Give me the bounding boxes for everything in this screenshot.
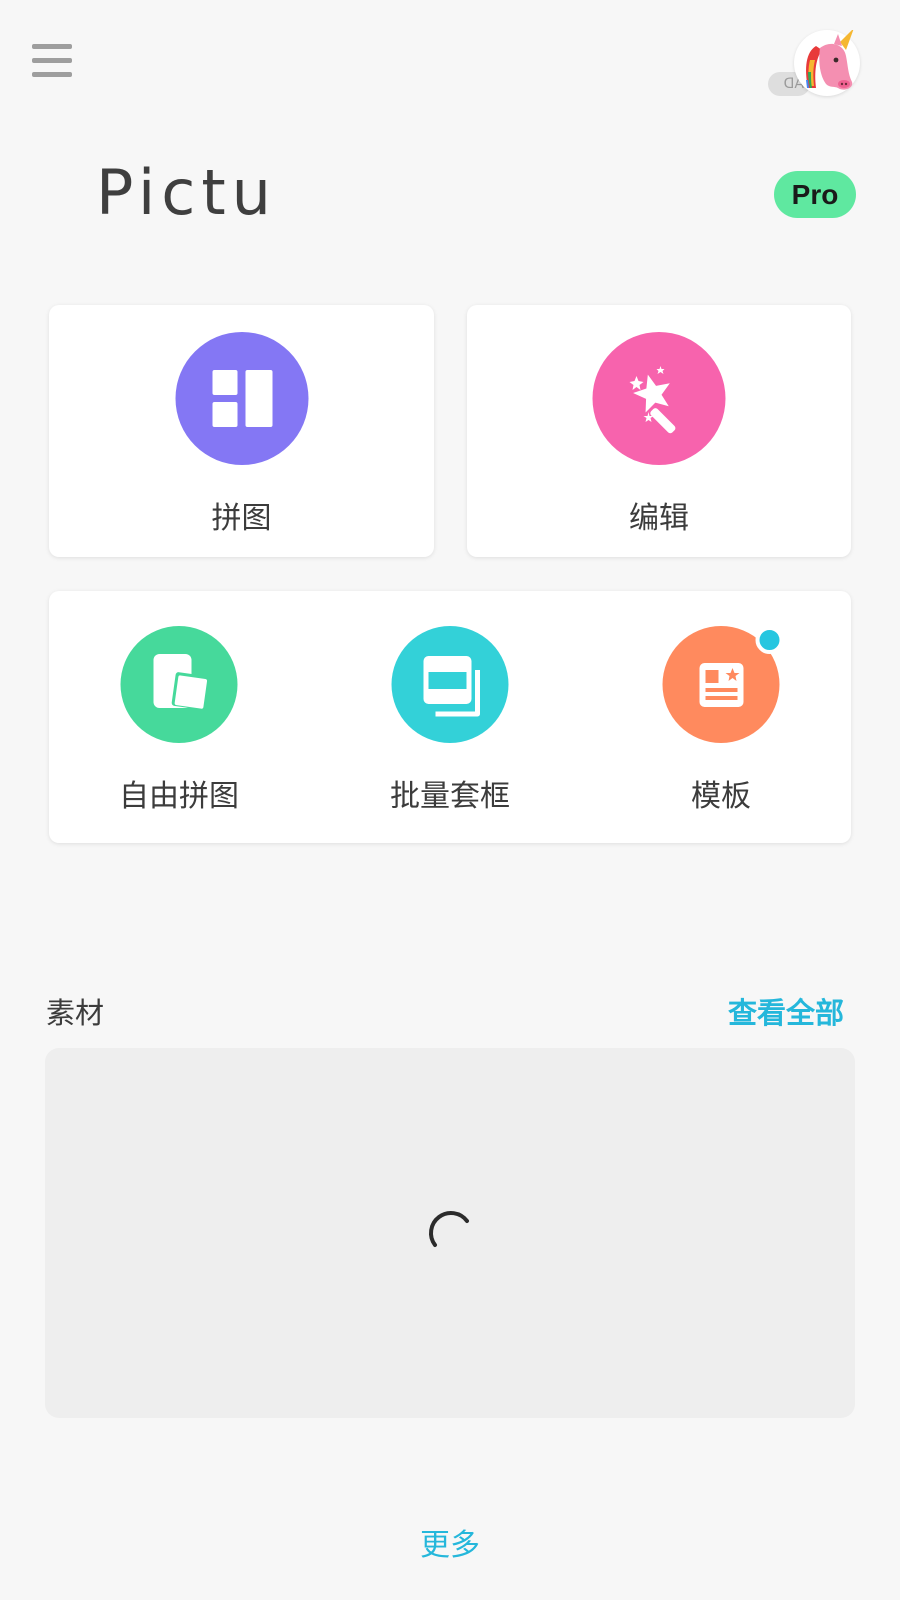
app-logo: Pictu [96, 156, 277, 229]
more-link[interactable]: 更多 [0, 1520, 900, 1564]
batch-frame-icon [391, 626, 509, 743]
template-icon [662, 626, 784, 743]
tools-card: 自由拼图 批量套框 模板 [49, 591, 851, 843]
collage-label: 拼图 [211, 501, 272, 536]
materials-title: 素材 [46, 996, 105, 1030]
free-collage-icon [120, 626, 238, 743]
collage-card[interactable]: 拼图 [49, 305, 434, 557]
view-all-link[interactable]: 查看全部 [728, 990, 844, 1032]
ad-button[interactable]: AD [766, 28, 860, 100]
batch-frame-button[interactable]: 批量套框 [320, 591, 580, 843]
batch-frame-label: 批量套框 [390, 779, 510, 814]
home-screen: AD Pictu Pro 拼图 编辑 自由拼图 批量套框 模板 素材 查看全部 … [0, 0, 900, 1600]
new-indicator-dot [755, 626, 784, 654]
collage-layout-icon [175, 332, 308, 465]
hamburger-menu-icon[interactable] [32, 44, 72, 84]
loading-spinner-icon [429, 1211, 469, 1247]
magic-wand-icon [592, 332, 726, 465]
template-label: 模板 [691, 779, 751, 814]
template-button[interactable]: 模板 [591, 591, 851, 843]
pro-button[interactable]: Pro [774, 171, 856, 218]
edit-card[interactable]: 编辑 [467, 305, 851, 557]
materials-panel [45, 1048, 855, 1418]
free-collage-label: 自由拼图 [119, 779, 239, 814]
edit-label: 编辑 [629, 501, 689, 536]
free-collage-button[interactable]: 自由拼图 [49, 591, 309, 843]
unicorn-icon[interactable] [794, 28, 860, 96]
